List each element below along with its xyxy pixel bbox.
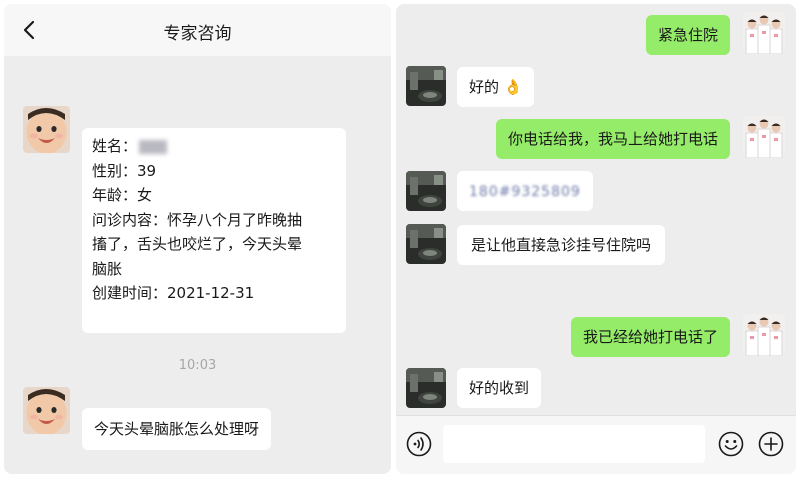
avatar[interactable]	[406, 171, 446, 211]
doctor-chat-panel: 紧急住院 好的 👌 你电话给我，我马上给她打电话 180#9325809 是让他…	[396, 4, 796, 474]
avatar[interactable]	[743, 12, 785, 54]
message-input-bar	[396, 415, 796, 474]
avatar[interactable]	[23, 106, 70, 153]
message-text: 紧急住院	[657, 26, 718, 44]
top-bar: 专家咨询	[4, 4, 391, 56]
consultation-chat-panel: 专家咨询 姓名： 性别：39 年龄：女 问诊内容：怀孕八个月了昨晚抽 搐了，舌头…	[4, 4, 391, 474]
message-text: 好的收到	[469, 379, 530, 397]
their-message-bubble[interactable]: 180#9325809	[457, 171, 593, 211]
emoji-icon[interactable]	[718, 431, 744, 457]
my-message-bubble[interactable]: 我已经给她打电话了	[570, 317, 730, 357]
message-input[interactable]	[443, 425, 705, 463]
question-line-2: 搐了，舌头也咬烂了，今天头晕	[92, 235, 303, 253]
message-timestamp: 10:03	[178, 358, 217, 373]
their-message-bubble[interactable]: 好的收到	[457, 368, 542, 408]
voice-icon[interactable]	[406, 431, 432, 457]
avatar[interactable]	[23, 387, 70, 434]
message-text: 我已经给她打电话了	[582, 328, 718, 346]
message-text: 你电话给我，我马上给她打电话	[507, 130, 718, 148]
avatar[interactable]	[406, 66, 446, 106]
message-text: 今天头晕脑胀怎么处理呀	[94, 420, 260, 438]
avatar[interactable]	[406, 368, 446, 408]
their-message-bubble[interactable]: 是让他直接急诊挂号住院吗	[457, 225, 666, 265]
my-message-bubble[interactable]: 紧急住院	[645, 15, 730, 55]
page-title: 专家咨询	[163, 24, 232, 44]
avatar[interactable]	[743, 314, 785, 356]
message-bubble[interactable]: 今天头晕脑胀怎么处理呀	[82, 408, 272, 450]
gender-line: 性别：39	[92, 161, 157, 180]
message-text: 是让他直接急诊挂号住院吗	[471, 236, 652, 254]
their-message-bubble[interactable]: 好的 👌	[457, 67, 535, 107]
avatar[interactable]	[743, 116, 785, 158]
question-line-3: 脑胀	[92, 259, 123, 278]
my-message-bubble[interactable]: 你电话给我，我马上给她打电话	[495, 119, 730, 159]
consultation-info-card: 姓名： 性别：39 年龄：女 问诊内容：怀孕八个月了昨晚抽 搐了，舌头也咬烂了，…	[82, 128, 346, 333]
message-text: 好的 👌	[469, 78, 523, 96]
age-line: 年龄：女	[92, 186, 153, 204]
blurred-name	[139, 139, 168, 154]
question-line-1: 问诊内容：怀孕八个月了昨晚抽	[92, 210, 303, 229]
phone-number-text: 180#9325809	[469, 184, 581, 200]
plus-icon[interactable]	[758, 431, 784, 457]
created-time: 创建时间：2021-12-31	[92, 284, 255, 302]
avatar[interactable]	[406, 224, 446, 264]
name-label: 姓名：	[92, 137, 138, 155]
